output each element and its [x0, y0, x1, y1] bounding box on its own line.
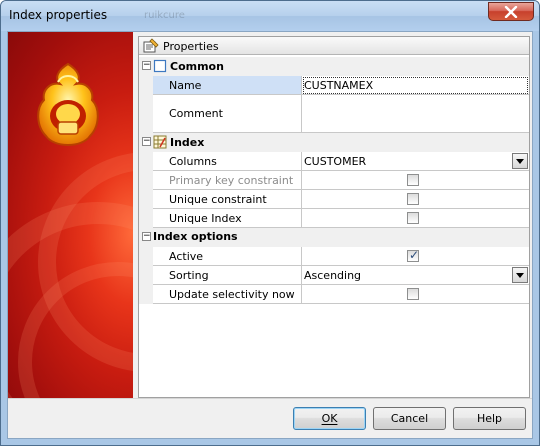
window-title: Index properties: [9, 8, 108, 22]
property-columns-label: Columns: [153, 152, 302, 171]
dialog-window: Index properties ruikcure Properties − C…: [0, 0, 540, 446]
property-row-update-selectivity-now[interactable]: Update selectivity now: [139, 285, 529, 304]
collapse-icon[interactable]: −: [142, 137, 151, 146]
property-comment-value[interactable]: [302, 95, 529, 133]
property-row-sorting[interactable]: Sorting Ascending: [139, 266, 529, 285]
primary-key-constraint-checkbox: [407, 174, 419, 186]
property-unique-index-label: Unique Index: [153, 209, 302, 228]
property-sorting-label: Sorting: [153, 266, 302, 285]
category-index-options[interactable]: − Index options: [139, 228, 529, 247]
property-row-name[interactable]: Name CUSTNAMEX: [139, 76, 529, 95]
property-row-unique-constraint[interactable]: Unique constraint: [139, 190, 529, 209]
property-row-comment[interactable]: Comment: [139, 95, 529, 133]
property-primary-key-constraint-label: Primary key constraint: [153, 171, 302, 190]
index-icon: [153, 135, 167, 149]
help-button[interactable]: Help: [453, 407, 526, 430]
close-icon: [504, 5, 518, 18]
background-window-ghost-text: ruikcure: [144, 10, 185, 21]
sorting-selected-value: Ascending: [304, 269, 362, 282]
category-index[interactable]: − Index: [139, 133, 529, 152]
collapse-icon[interactable]: −: [142, 61, 151, 70]
property-row-active[interactable]: Active ✓: [139, 247, 529, 266]
properties-panel: Properties − Common Name CUSTNAMEX Comme…: [138, 36, 530, 398]
properties-header: Properties: [139, 37, 529, 55]
ok-button-label: OK: [321, 412, 338, 425]
sorting-dropdown-button[interactable]: [512, 267, 528, 283]
firebird-logo-icon: [37, 62, 99, 146]
help-button-label: Help: [476, 412, 503, 425]
category-common[interactable]: − Common: [139, 57, 529, 76]
properties-icon: [143, 38, 159, 53]
ok-button[interactable]: OK: [293, 407, 366, 430]
columns-selected-value: CUSTOMER: [304, 155, 367, 168]
property-name-value[interactable]: CUSTNAMEX: [302, 76, 529, 95]
document-icon: [153, 59, 167, 73]
category-index-label: Index: [170, 135, 205, 149]
property-name-label: Name: [153, 76, 302, 95]
unique-index-checkbox[interactable]: [407, 212, 419, 224]
columns-dropdown-button[interactable]: [512, 153, 528, 169]
side-banner: [8, 32, 133, 398]
property-unique-constraint-label: Unique constraint: [153, 190, 302, 209]
property-comment-label: Comment: [153, 95, 302, 133]
category-index-options-label: Index options: [153, 230, 238, 243]
active-checkbox[interactable]: ✓: [407, 248, 420, 262]
update-selectivity-now-checkbox[interactable]: [407, 288, 419, 300]
property-row-unique-index[interactable]: Unique Index: [139, 209, 529, 228]
dialog-client-area: Properties − Common Name CUSTNAMEX Comme…: [7, 31, 533, 439]
property-row-columns[interactable]: Columns CUSTOMER: [139, 152, 529, 171]
checkmark-icon: ✓: [409, 248, 420, 262]
collapse-icon[interactable]: −: [142, 232, 151, 241]
properties-header-label: Properties: [163, 40, 219, 53]
title-bar[interactable]: Index properties ruikcure: [1, 1, 539, 31]
close-button[interactable]: [488, 2, 534, 21]
property-update-selectivity-now-label: Update selectivity now: [153, 285, 302, 304]
footer-divider: [8, 398, 532, 399]
cancel-button-label: Cancel: [390, 412, 429, 425]
category-common-label: Common: [170, 59, 224, 73]
unique-constraint-checkbox[interactable]: [407, 193, 419, 205]
property-sorting-value[interactable]: Ascending: [302, 266, 529, 285]
property-active-label: Active: [153, 247, 302, 266]
chevron-down-icon: [516, 272, 524, 278]
chevron-down-icon: [516, 158, 524, 164]
property-row-primary-key-constraint[interactable]: Primary key constraint: [139, 171, 529, 190]
cancel-button[interactable]: Cancel: [373, 407, 446, 430]
property-columns-value[interactable]: CUSTOMER: [302, 152, 529, 171]
